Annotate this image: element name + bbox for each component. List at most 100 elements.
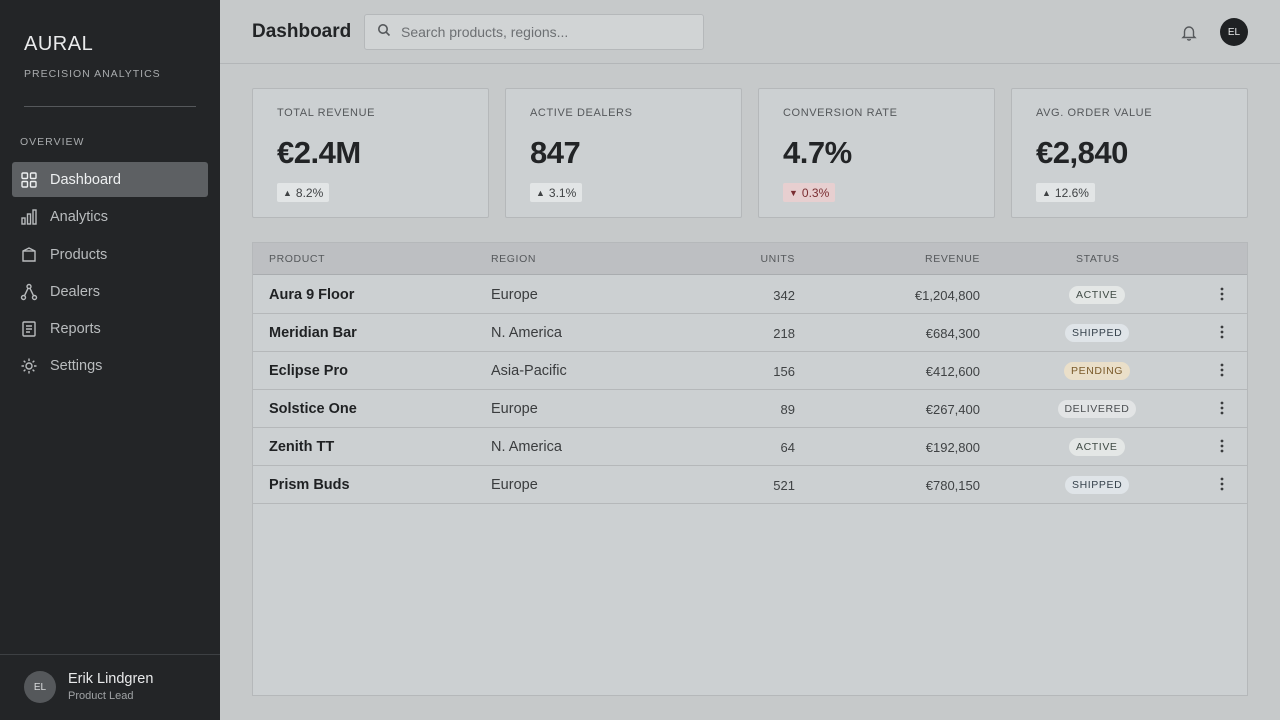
sidebar-item-label: Reports — [50, 320, 101, 337]
column-header-product[interactable]: PRODUCT — [269, 253, 325, 265]
more-options-icon[interactable] — [1213, 361, 1231, 379]
more-options-icon[interactable] — [1213, 399, 1231, 417]
sidebar-item-label: Dealers — [50, 283, 100, 300]
bell-icon[interactable] — [1180, 23, 1198, 41]
cell-revenue: €192,800 — [925, 440, 980, 455]
cell-units: 342 — [773, 288, 795, 303]
divider — [24, 106, 196, 107]
grid-icon — [20, 171, 38, 189]
cell-region: Asia-Pacific — [491, 363, 567, 379]
cell-product: Zenith TT — [269, 439, 335, 455]
sidebar-item-label: Analytics — [50, 208, 109, 225]
kpi-label: CONVERSION RATE — [783, 107, 898, 119]
cell-region: Europe — [491, 287, 538, 303]
document-icon — [20, 320, 38, 338]
cell-region: N. America — [491, 325, 562, 341]
page-title: Dashboard — [252, 21, 352, 42]
table-row[interactable]: Eclipse Pro Asia-Pacific 156 €412,600 PENDIN… — [253, 352, 1247, 390]
cell-units: 521 — [773, 478, 795, 493]
kpi-card-active-dealers: ACTIVE DEALERS 847 ▲ 3.1% — [505, 88, 742, 218]
sidebar-item-settings[interactable]: Settings — [12, 348, 208, 383]
more-options-icon[interactable] — [1213, 323, 1231, 341]
table-row[interactable]: Zenith TT N. America 64 €192,800 ACTIVE — [253, 428, 1247, 466]
kpi-delta-value: 12.6% — [1054, 185, 1089, 200]
kpi-value: 847 — [530, 135, 581, 170]
cell-units: 156 — [773, 364, 795, 379]
kpi-label: AVG. ORDER VALUE — [1036, 107, 1153, 119]
nav-section-label: OVERVIEW — [20, 136, 85, 148]
sidebar-item-label: Products — [50, 246, 108, 263]
cell-product: Eclipse Pro — [269, 363, 348, 379]
column-header-status[interactable]: STATUS — [1076, 253, 1119, 265]
sidebar-item-dealers[interactable]: Dealers — [12, 274, 208, 309]
status-badge: ACTIVE — [1069, 438, 1125, 456]
table-row[interactable]: Solstice One Europe 89 €267,400 DELIVERED — [253, 390, 1247, 428]
cell-region: N. America — [491, 439, 562, 455]
sidebar-item-reports[interactable]: Reports — [12, 311, 208, 346]
kpi-delta-value: 3.1% — [548, 185, 577, 200]
kpi-card-conversion-rate: CONVERSION RATE 4.7% ▼ 0.3% — [758, 88, 995, 218]
cell-revenue: €780,150 — [925, 478, 980, 493]
cell-product: Aura 9 Floor — [269, 287, 355, 303]
sidebar-item-products[interactable]: Products — [12, 237, 208, 272]
kpi-delta: ▲ 3.1% — [530, 183, 583, 202]
cell-revenue: €1,204,800 — [914, 288, 980, 303]
column-header-units[interactable]: UNITS — [761, 253, 796, 265]
status-badge: SHIPPED — [1065, 324, 1130, 342]
kpi-card-avg-order-value: AVG. ORDER VALUE €2,840 ▲ 12.6% — [1011, 88, 1248, 218]
kpi-delta-value: 0.3% — [801, 185, 830, 200]
box-icon — [20, 246, 38, 264]
column-header-region[interactable]: REGION — [491, 253, 536, 265]
cell-product: Prism Buds — [269, 477, 350, 493]
cell-units: 218 — [773, 326, 795, 341]
more-options-icon[interactable] — [1213, 437, 1231, 455]
kpi-card-total-revenue: TOTAL REVENUE €2.4M ▲ 8.2% — [252, 88, 489, 218]
kpi-value: €2.4M — [277, 135, 361, 170]
sidebar-item-analytics[interactable]: Analytics — [12, 199, 208, 234]
kpi-delta: ▲ 12.6% — [1036, 183, 1095, 202]
cell-product: Solstice One — [269, 401, 357, 417]
brand-tagline: PRECISION ANALYTICS — [24, 68, 161, 80]
kpi-value: €2,840 — [1036, 135, 1128, 170]
more-options-icon[interactable] — [1213, 285, 1231, 303]
sidebar-item-label: Settings — [50, 357, 103, 374]
kpi-label: ACTIVE DEALERS — [530, 107, 633, 119]
kpi-value: 4.7% — [783, 135, 852, 170]
table-row[interactable]: Aura 9 Floor Europe 342 €1,204,800 ACTIVE — [253, 276, 1247, 314]
cell-units: 89 — [780, 402, 795, 417]
user-name: Erik Lindgren — [68, 671, 154, 687]
products-table: PRODUCT REGION UNITS REVENUE STATUS Aura… — [252, 242, 1248, 696]
top-bar: Dashboard EL — [220, 0, 1280, 64]
sidebar-item-dashboard[interactable]: Dashboard — [12, 162, 208, 197]
more-options-icon[interactable] — [1213, 475, 1231, 493]
search-input[interactable] — [401, 24, 691, 40]
cell-region: Europe — [491, 477, 538, 493]
status-badge: ACTIVE — [1069, 286, 1125, 304]
network-icon — [20, 283, 38, 301]
gear-icon — [20, 357, 38, 375]
status-badge: PENDING — [1064, 362, 1131, 380]
arrow-up-icon: ▲ — [536, 187, 545, 198]
divider — [0, 654, 220, 655]
arrow-up-icon: ▲ — [1042, 187, 1051, 198]
kpi-delta: ▲ 8.2% — [277, 183, 330, 202]
avatar[interactable]: EL — [24, 671, 56, 703]
cell-product: Meridian Bar — [269, 325, 357, 341]
user-role: Product Lead — [68, 690, 134, 702]
column-header-revenue[interactable]: REVENUE — [925, 253, 980, 265]
table-row[interactable]: Meridian Bar N. America 218 €684,300 SHIPPED — [253, 314, 1247, 352]
sidebar: AURAL PRECISION ANALYTICS OVERVIEW Dashb… — [0, 0, 220, 720]
table-row[interactable]: Prism Buds Europe 521 €780,150 SHIPPED — [253, 466, 1247, 504]
cell-region: Europe — [491, 401, 538, 417]
status-badge: SHIPPED — [1065, 476, 1130, 494]
cell-revenue: €267,400 — [925, 402, 980, 417]
avatar[interactable]: EL — [1220, 18, 1248, 46]
kpi-label: TOTAL REVENUE — [277, 107, 376, 119]
cell-units: 64 — [780, 440, 795, 455]
brand-logo: AURAL — [24, 33, 94, 55]
kpi-delta: ▼ 0.3% — [783, 183, 836, 202]
status-badge: DELIVERED — [1057, 400, 1137, 418]
search-icon — [377, 23, 391, 42]
bar-chart-icon — [20, 208, 38, 226]
search-box[interactable] — [364, 14, 704, 50]
